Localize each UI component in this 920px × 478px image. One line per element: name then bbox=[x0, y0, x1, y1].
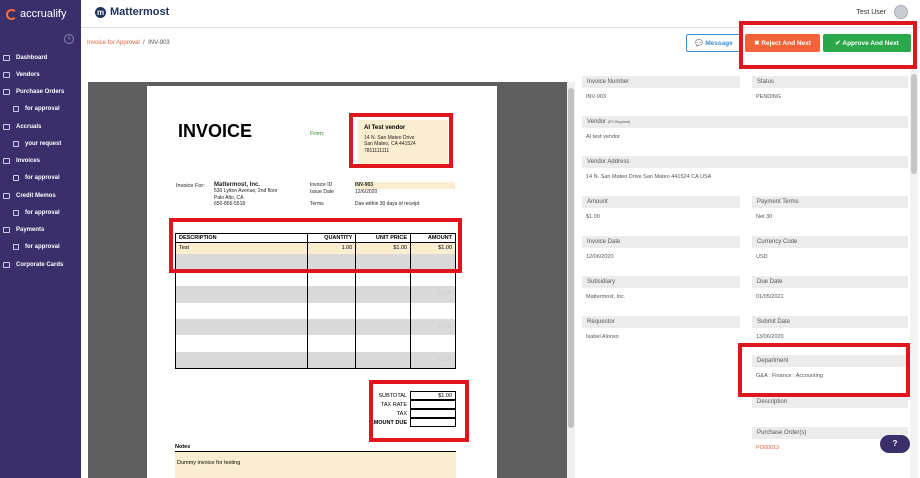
viewer-scrollbar[interactable] bbox=[567, 82, 575, 478]
highlight-actions bbox=[739, 21, 917, 69]
field-amount: Amount $1.00 bbox=[582, 196, 740, 220]
accruals-icon bbox=[3, 124, 10, 130]
table-row: $0.00 bbox=[174, 319, 456, 336]
field-subsidiary: Subsidiary Mattermost, Inc. bbox=[582, 276, 740, 300]
brand-logo[interactable]: accrualify bbox=[6, 8, 66, 20]
sidebar-item-credit-memos[interactable]: Credit Memos bbox=[3, 193, 56, 199]
accrualify-logo-icon bbox=[6, 8, 17, 20]
table-row: $0.00 bbox=[174, 286, 456, 303]
highlight-department bbox=[738, 343, 910, 397]
approval-icon bbox=[13, 106, 19, 112]
invoice-meta-labels: Invoice ID Issue Date Terms bbox=[310, 182, 334, 207]
company-name: m Mattermost bbox=[95, 6, 170, 18]
invoice-title: INVOICE bbox=[178, 121, 253, 141]
table-row bbox=[174, 335, 456, 352]
user-menu[interactable]: Test User bbox=[856, 5, 908, 19]
table-row: $0.00 bbox=[174, 351, 456, 369]
field-payment-terms: Payment Terms Net 30 bbox=[752, 196, 908, 220]
sidebar-item-vendors[interactable]: Vendors bbox=[3, 72, 40, 78]
chat-icon: 💬 bbox=[695, 40, 706, 47]
highlight-totals bbox=[369, 380, 469, 442]
home-icon bbox=[3, 55, 10, 61]
sidebar-item-accruals[interactable]: Accruals bbox=[3, 124, 41, 130]
sidebar-item-corporate-cards[interactable]: Corporate Cards bbox=[3, 262, 63, 268]
payments-icon bbox=[3, 227, 10, 233]
scrollbar-thumb[interactable] bbox=[568, 88, 574, 428]
field-submit-date: Submit Date 13/06/2020 bbox=[752, 316, 908, 340]
message-button[interactable]: 💬 Message bbox=[686, 34, 742, 52]
cards-icon bbox=[3, 262, 10, 268]
panel-scrollbar[interactable] bbox=[910, 70, 918, 478]
field-requestor: Requestor Isabel Alonso bbox=[582, 316, 740, 340]
approval-icon bbox=[13, 210, 19, 216]
sidebar-item-dashboard[interactable]: Dashboard bbox=[3, 55, 47, 61]
bill-to-label: Invoice For: bbox=[176, 183, 205, 189]
help-button[interactable]: ? bbox=[880, 435, 910, 453]
purchase-orders-icon bbox=[3, 89, 10, 95]
sidebar-item-purchase-orders[interactable]: Purchase Orders bbox=[3, 89, 64, 95]
from-label: From: bbox=[310, 131, 325, 137]
highlight-vendor bbox=[349, 113, 453, 168]
mattermost-logo-icon: m bbox=[95, 6, 106, 18]
field-currency-code: Currency Code USD bbox=[752, 236, 908, 260]
field-invoice-date: Invoice Date 12/06/2020 bbox=[582, 236, 740, 260]
field-invoice-number: Invoice Number INV-903 bbox=[582, 76, 740, 100]
invoice-meta-values: INV-903 12/6/2020 Due within 30 days of … bbox=[355, 182, 455, 208]
sidebar-item-payments[interactable]: Payments bbox=[3, 227, 44, 233]
bill-to-block: Mattermost, Inc. 530 Lytton Avenue, 2nd … bbox=[214, 182, 278, 207]
sidebar-item-credit-approval[interactable]: for approval bbox=[13, 210, 60, 216]
credit-memos-icon bbox=[3, 193, 10, 199]
sidebar-item-po-approval[interactable]: for approval bbox=[13, 106, 60, 112]
invoices-icon bbox=[3, 158, 10, 164]
field-vendor-address: Vendor Address 14 N. San Mateo Drive San … bbox=[582, 156, 908, 180]
field-vendor[interactable]: Vendor (PO Required) AI test vendor bbox=[582, 116, 908, 140]
approval-icon bbox=[13, 244, 19, 250]
breadcrumb-parent-link[interactable]: Invoice for Approval bbox=[87, 40, 140, 46]
sidebar: accrualify ‹ Dashboard Vendors Purchase … bbox=[0, 0, 81, 478]
approval-icon bbox=[13, 175, 19, 181]
collapse-sidebar-icon[interactable]: ‹ bbox=[64, 34, 74, 44]
table-row bbox=[174, 302, 456, 320]
breadcrumb: Invoice for Approval / INV-903 bbox=[87, 40, 170, 46]
notes-section: Notes Dummy invoice for testing bbox=[175, 444, 456, 478]
avatar[interactable] bbox=[894, 5, 908, 19]
field-due-date: Due Date 01/05/2021 bbox=[752, 276, 908, 300]
breadcrumb-current: INV-903 bbox=[148, 40, 170, 46]
vendors-icon bbox=[3, 72, 10, 78]
highlight-line-items bbox=[169, 218, 462, 273]
field-status: Status PENDING bbox=[752, 76, 908, 100]
sidebar-item-accruals-request[interactable]: your request bbox=[13, 141, 61, 147]
field-description[interactable]: Description bbox=[752, 396, 908, 408]
sidebar-item-payment-approval[interactable]: for approval bbox=[13, 244, 60, 250]
request-icon bbox=[13, 141, 19, 147]
scrollbar-thumb[interactable] bbox=[911, 74, 917, 174]
sidebar-item-invoices[interactable]: Invoices bbox=[3, 158, 40, 164]
sidebar-item-invoice-approval[interactable]: for approval bbox=[13, 175, 60, 181]
